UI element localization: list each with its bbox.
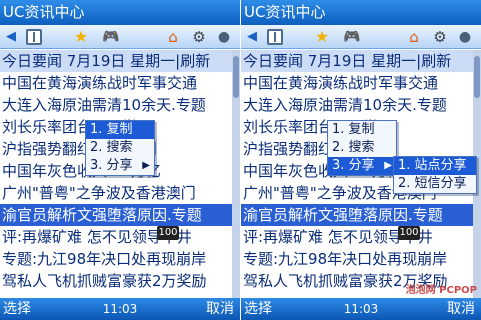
news-item[interactable]: 中国在黄海演练战时军事交通 bbox=[2, 72, 232, 94]
app-title: UC资讯中心 bbox=[3, 3, 85, 21]
submenu-arrow-icon: ▶ bbox=[142, 160, 150, 171]
submenu-item-sms-share[interactable]: 2. 短信分享 bbox=[394, 175, 476, 193]
context-menu: 1. 复制 2. 搜索 3. 分享 ▶ bbox=[85, 120, 155, 176]
news-item[interactable]: 广州"普粤"之争波及香港澳门 bbox=[2, 182, 232, 204]
select-softkey[interactable]: 选择 bbox=[244, 298, 272, 320]
book-icon[interactable] bbox=[267, 29, 283, 45]
news-item[interactable]: 评:再爆矿难 怎不见领导下井 bbox=[2, 226, 232, 248]
news-item-selected[interactable]: 渝官员解析文强堕落原因.专题 bbox=[241, 204, 473, 226]
phone-screen-right: UC资讯中心 ◀ ★ 🎮 ⌂ ⚙ ● 今日要闻 7月19日 星期一|刷新 中国在… bbox=[241, 0, 481, 320]
gamepad-icon[interactable]: 🎮 bbox=[102, 28, 120, 46]
back-arrow-icon[interactable]: ◀ bbox=[243, 28, 261, 46]
home-icon[interactable]: ⌂ bbox=[164, 28, 182, 46]
news-item[interactable]: 大连入海原油需清10余天.专题 bbox=[243, 94, 473, 116]
star-icon[interactable]: ★ bbox=[72, 28, 90, 46]
submenu-item-site-share[interactable]: 1. 站点分享 bbox=[394, 157, 476, 175]
date-refresh-line[interactable]: 今日要闻 7月19日 星期一|刷新 bbox=[241, 50, 473, 72]
home-icon[interactable]: ⌂ bbox=[405, 28, 423, 46]
menu-item-copy[interactable]: 1. 复制 bbox=[328, 121, 396, 139]
menu-item-search[interactable]: 2. 搜索 bbox=[86, 139, 154, 157]
news-item[interactable]: 专题:九江98年决口处再现崩岸 bbox=[2, 248, 232, 270]
toolbar: ◀ ★ 🎮 ⌂ ⚙ ● bbox=[0, 25, 240, 49]
softkey-bar: 11:03 选择 取消 bbox=[0, 298, 240, 320]
toolbar: ◀ ★ 🎮 ⌂ ⚙ ● bbox=[241, 25, 481, 49]
submenu-arrow-icon: ▶ bbox=[384, 160, 392, 171]
count-badge: 100 bbox=[157, 226, 179, 240]
scroll-thumb[interactable] bbox=[474, 56, 480, 98]
app-title: UC资讯中心 bbox=[244, 3, 326, 21]
clock: 11:03 bbox=[102, 302, 138, 316]
menu-item-search[interactable]: 2. 搜索 bbox=[328, 139, 396, 157]
title-bar: UC资讯中心 bbox=[241, 0, 481, 25]
menu-item-copy[interactable]: 1. 复制 bbox=[86, 121, 154, 139]
clock: 11:03 bbox=[343, 302, 379, 316]
title-bar: UC资讯中心 bbox=[0, 0, 240, 25]
phone-screen-left: UC资讯中心 ◀ ★ 🎮 ⌂ ⚙ ● 今日要闻 7月19日 星期一|刷新 中国在… bbox=[0, 0, 240, 320]
scroll-thumb[interactable] bbox=[233, 56, 239, 98]
gamepad-icon[interactable]: 🎮 bbox=[343, 28, 361, 46]
gear-icon[interactable]: ⚙ bbox=[431, 28, 449, 46]
context-menu: 1. 复制 2. 搜索 3. 分享 ▶ bbox=[327, 120, 397, 176]
watermark-logo: 泡泡网 PCPOP bbox=[405, 285, 477, 296]
scrollbar[interactable] bbox=[232, 50, 240, 298]
share-submenu: 1. 站点分享 2. 短信分享 bbox=[393, 156, 477, 194]
select-softkey[interactable]: 选择 bbox=[3, 298, 31, 320]
gear-icon[interactable]: ⚙ bbox=[190, 28, 208, 46]
news-item[interactable]: 评:再爆矿难 怎不见领导下井 bbox=[243, 226, 473, 248]
news-item[interactable]: 大连入海原油需清10余天.专题 bbox=[2, 94, 232, 116]
news-item[interactable]: 驾私人飞机抓贼富豪获2万奖励 bbox=[2, 270, 232, 292]
count-badge: 100 bbox=[398, 226, 420, 240]
back-arrow-icon[interactable]: ◀ bbox=[2, 28, 20, 46]
softkey-bar: 11:03 选择 取消 bbox=[241, 298, 481, 320]
date-refresh-line[interactable]: 今日要闻 7月19日 星期一|刷新 bbox=[0, 50, 232, 72]
user-icon[interactable]: ● bbox=[215, 28, 233, 46]
news-item[interactable]: 专题:九江98年决口处再现崩岸 bbox=[243, 248, 473, 270]
cancel-softkey[interactable]: 取消 bbox=[447, 298, 475, 320]
menu-item-share-label: 3. 分享 bbox=[90, 158, 133, 173]
cancel-softkey[interactable]: 取消 bbox=[206, 298, 234, 320]
menu-item-share[interactable]: 3. 分享 ▶ bbox=[86, 157, 154, 175]
book-icon[interactable] bbox=[26, 29, 42, 45]
user-icon[interactable]: ● bbox=[456, 28, 474, 46]
menu-item-share[interactable]: 3. 分享 ▶ bbox=[328, 157, 396, 175]
news-item[interactable]: 中国在黄海演练战时军事交通 bbox=[243, 72, 473, 94]
menu-item-share-label: 3. 分享 bbox=[332, 158, 375, 173]
news-item-selected[interactable]: 渝官员解析文强堕落原因.专题 bbox=[0, 204, 232, 226]
star-icon[interactable]: ★ bbox=[313, 28, 331, 46]
